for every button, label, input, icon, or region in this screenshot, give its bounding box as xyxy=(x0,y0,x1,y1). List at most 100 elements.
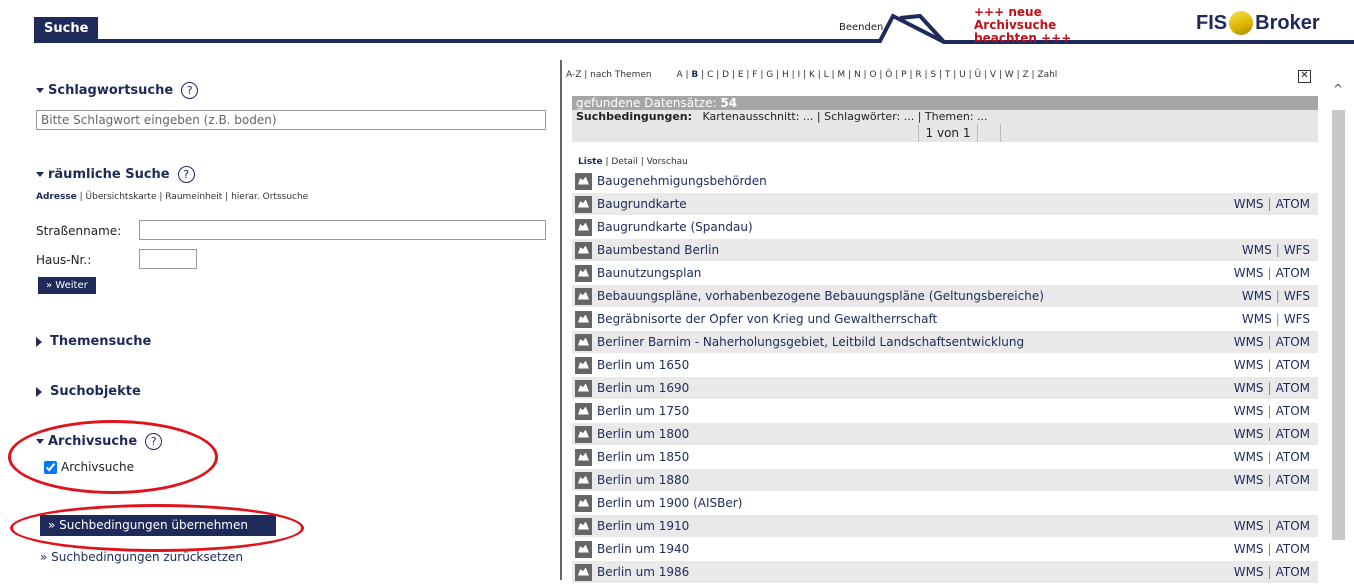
service-link-wms[interactable]: WMS xyxy=(1234,427,1264,441)
result-row[interactable]: Berlin um 1900 (AISBer) xyxy=(572,492,1318,515)
archive-notice[interactable]: +++ neue Archivsuche beachten +++ xyxy=(974,6,1124,45)
result-name[interactable]: Berlin um 1986 xyxy=(597,565,689,579)
letter-link[interactable]: U xyxy=(959,70,966,80)
service-link-wms[interactable]: WMS xyxy=(1234,197,1264,211)
service-link-wfs[interactable]: WFS xyxy=(1284,312,1310,326)
service-link-atom[interactable]: ATOM xyxy=(1276,450,1310,464)
service-link-wms[interactable]: WMS xyxy=(1234,404,1264,418)
result-name[interactable]: Berlin um 1750 xyxy=(597,404,689,418)
service-link-wms[interactable]: WMS xyxy=(1242,243,1272,257)
result-name[interactable]: Berlin um 1940 xyxy=(597,542,689,556)
result-row[interactable]: Baumbestand Berlin WMS | WFS xyxy=(572,239,1318,262)
help-icon[interactable]: ? xyxy=(177,166,195,183)
service-link-wms[interactable]: WMS xyxy=(1234,565,1264,579)
result-row[interactable]: Berlin um 1850 WMS | ATOM xyxy=(572,446,1318,469)
beenden-link[interactable]: Beenden xyxy=(839,22,883,33)
nav-ortssuche[interactable]: hierar. Ortssuche xyxy=(231,192,308,202)
result-row[interactable]: Berliner Barnim - Naherholungsgebiet, Le… xyxy=(572,331,1318,354)
service-link-atom[interactable]: ATOM xyxy=(1276,197,1310,211)
letter-link[interactable]: Zahl xyxy=(1037,70,1057,80)
result-name[interactable]: Berlin um 1650 xyxy=(597,358,689,372)
result-name[interactable]: Baugrundkarte xyxy=(597,197,687,211)
result-row[interactable]: Berlin um 1800 WMS | ATOM xyxy=(572,423,1318,446)
service-link-atom[interactable]: ATOM xyxy=(1276,542,1310,556)
service-link-wms[interactable]: WMS xyxy=(1234,335,1264,349)
service-link-atom[interactable]: ATOM xyxy=(1276,404,1310,418)
section-schlagwortsuche[interactable]: Schlagwortsuche? xyxy=(36,82,199,99)
result-row[interactable]: Berlin um 1880 WMS | ATOM xyxy=(572,469,1318,492)
section-suchobjekte[interactable]: Suchobjekte xyxy=(36,384,141,399)
reset-search-link[interactable]: » Suchbedingungen zurücksetzen xyxy=(40,550,243,564)
result-row[interactable]: Berlin um 1986 WMS | ATOM xyxy=(572,561,1318,584)
letter-link[interactable]: M xyxy=(837,70,845,80)
result-row[interactable]: Bebauungspläne, vorhabenbezogene Bebauun… xyxy=(572,285,1318,308)
service-link-atom[interactable]: ATOM xyxy=(1276,519,1310,533)
service-link-wfs[interactable]: WFS xyxy=(1284,289,1310,303)
section-raeumliche-suche[interactable]: räumliche Suche? xyxy=(36,166,195,183)
result-name[interactable]: Berlin um 1850 xyxy=(597,450,689,464)
service-link-wms[interactable]: WMS xyxy=(1242,312,1272,326)
weiter-button[interactable]: » Weiter xyxy=(38,277,96,294)
scroll-up-icon[interactable]: ^ xyxy=(1333,82,1343,96)
result-name[interactable]: Baunutzungsplan xyxy=(597,266,701,280)
view-detail[interactable]: Detail xyxy=(611,157,638,167)
result-row[interactable]: Berlin um 1910 WMS | ATOM xyxy=(572,515,1318,538)
result-name[interactable]: Berlin um 1910 xyxy=(597,519,689,533)
service-link-atom[interactable]: ATOM xyxy=(1276,473,1310,487)
service-link-atom[interactable]: ATOM xyxy=(1276,266,1310,280)
view-liste[interactable]: Liste xyxy=(578,157,603,167)
result-name[interactable]: Berlin um 1690 xyxy=(597,381,689,395)
service-link-atom[interactable]: ATOM xyxy=(1276,358,1310,372)
service-link-wms[interactable]: WMS xyxy=(1234,381,1264,395)
service-link-wms[interactable]: WMS xyxy=(1242,289,1272,303)
service-link-wms[interactable]: WMS xyxy=(1234,266,1264,280)
letter-link[interactable]: W xyxy=(1005,70,1014,80)
letter-link[interactable]: H xyxy=(782,70,789,80)
service-link-wms[interactable]: WMS xyxy=(1234,358,1264,372)
service-link-wfs[interactable]: WFS xyxy=(1284,243,1310,257)
close-icon[interactable]: ✕ xyxy=(1298,70,1311,83)
result-name[interactable]: Baumbestand Berlin xyxy=(597,243,719,257)
service-link-atom[interactable]: ATOM xyxy=(1276,381,1310,395)
letter-link[interactable]: O xyxy=(869,70,876,80)
result-name[interactable]: Berlin um 1900 (AISBer) xyxy=(597,496,742,510)
service-link-wms[interactable]: WMS xyxy=(1234,450,1264,464)
tab-suche[interactable]: Suche xyxy=(34,17,99,40)
service-link-atom[interactable]: ATOM xyxy=(1276,427,1310,441)
result-row[interactable]: Baugenehmigungsbehörden xyxy=(572,170,1318,193)
service-link-atom[interactable]: ATOM xyxy=(1276,335,1310,349)
section-themensuche[interactable]: Themensuche xyxy=(36,334,151,349)
keyword-search-input[interactable] xyxy=(36,110,546,130)
result-row[interactable]: Berlin um 1750 WMS | ATOM xyxy=(572,400,1318,423)
az-mode-nav[interactable]: A-Z | nach Themen xyxy=(566,70,652,80)
scrollbar[interactable] xyxy=(1330,80,1347,580)
result-name[interactable]: Baugrundkarte (Spandau) xyxy=(597,220,753,234)
map-layer-icon xyxy=(575,471,592,489)
help-icon[interactable]: ? xyxy=(181,82,199,99)
nav-uebersichtskarte[interactable]: Übersichtskarte xyxy=(86,192,157,202)
service-link-atom[interactable]: ATOM xyxy=(1276,565,1310,579)
house-number-input[interactable] xyxy=(139,249,197,269)
service-link-wms[interactable]: WMS xyxy=(1234,542,1264,556)
result-row[interactable]: Baunutzungsplan WMS | ATOM xyxy=(572,262,1318,285)
result-name[interactable]: Begräbnisorte der Opfer von Krieg und Ge… xyxy=(597,312,937,326)
result-row[interactable]: Begräbnisorte der Opfer von Krieg und Ge… xyxy=(572,308,1318,331)
result-row[interactable]: Berlin um 1690 WMS | ATOM xyxy=(572,377,1318,400)
result-name[interactable]: Bebauungspläne, vorhabenbezogene Bebauun… xyxy=(597,289,1044,303)
view-vorschau[interactable]: Vorschau xyxy=(647,157,688,167)
service-link-wms[interactable]: WMS xyxy=(1234,473,1264,487)
result-name[interactable]: Berlin um 1880 xyxy=(597,473,689,487)
nav-raumeinheit[interactable]: Raumeinheit xyxy=(165,192,222,202)
result-name[interactable]: Berlin um 1800 xyxy=(597,427,689,441)
result-row[interactable]: Baugrundkarte WMS | ATOM xyxy=(572,193,1318,216)
scrollbar-thumb[interactable] xyxy=(1332,110,1345,540)
result-row[interactable]: Berlin um 1940 WMS | ATOM xyxy=(572,538,1318,561)
result-row[interactable]: Berlin um 1650 WMS | ATOM xyxy=(572,354,1318,377)
result-name[interactable]: Berliner Barnim - Naherholungsgebiet, Le… xyxy=(597,335,1024,349)
street-input[interactable] xyxy=(139,220,546,240)
result-row[interactable]: Baugrundkarte (Spandau) xyxy=(572,216,1318,239)
result-name[interactable]: Baugenehmigungsbehörden xyxy=(597,174,767,188)
service-link-wms[interactable]: WMS xyxy=(1234,519,1264,533)
nav-adresse[interactable]: Adresse xyxy=(36,192,77,202)
letter-link[interactable]: N xyxy=(854,70,861,80)
